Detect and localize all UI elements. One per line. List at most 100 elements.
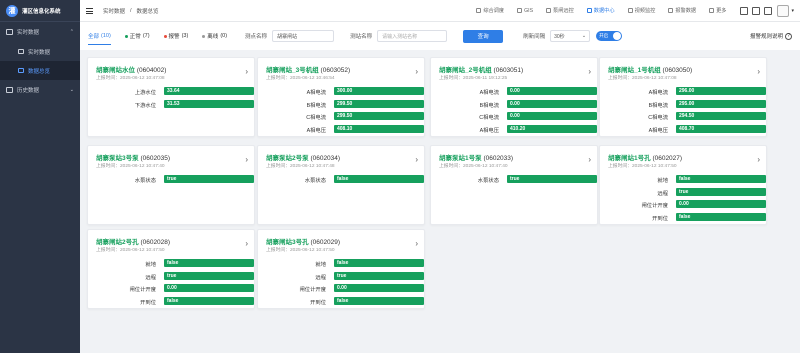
menu-toggle-icon[interactable]: [86, 7, 93, 14]
station-card[interactable]: 胡寨泵站2号泵 (0602034) 上报时间：2025-06-12 10:47:4…: [257, 145, 425, 225]
row-value: 294.50: [676, 112, 766, 120]
nav-item[interactable]: 综合调度: [476, 7, 504, 14]
alarm-rules-link[interactable]: 报警规则说明?: [750, 32, 792, 40]
row-label: A相电流: [479, 90, 499, 96]
nav-item[interactable]: GIS: [517, 8, 533, 14]
chevron-right-icon[interactable]: ›: [757, 155, 760, 164]
station-card[interactable]: 胡寨闸站_3号机组 (0603052) 上报时间：2025-06-12 10:46…: [257, 57, 425, 137]
name-input[interactable]: 请输入测站名称: [377, 30, 448, 42]
status-tab[interactable]: 离线 (0): [202, 28, 227, 45]
chevron-right-icon[interactable]: ›: [588, 155, 591, 164]
nav-icon: [476, 8, 482, 13]
sidebar-group-label: 历史数据: [17, 88, 40, 94]
row-value: 408.70: [676, 124, 766, 133]
nav-item[interactable]: 数据中心: [586, 7, 615, 14]
status-tab[interactable]: 全部 (10): [88, 28, 111, 45]
row-label: 闸位计开度: [129, 287, 157, 293]
nav-label: 报警数据: [675, 8, 697, 14]
nav-item[interactable]: 报警数据: [668, 7, 696, 14]
sidebar-item-overview[interactable]: 数据总览: [0, 61, 80, 80]
grid-icon[interactable]: [740, 6, 749, 15]
card-code: (0604002): [136, 67, 167, 74]
nav-label: 视频监控: [634, 8, 656, 14]
chevron-right-icon[interactable]: ›: [757, 67, 760, 76]
tab-label: 报警: [168, 34, 180, 40]
station-card[interactable]: 胡寨泵站1号泵 (0602033) 上报时间：2025-06-12 10:47:4…: [430, 145, 598, 225]
row-label: B相电流: [479, 102, 499, 109]
fullscreen-icon[interactable]: [752, 6, 761, 15]
chevron-right-icon[interactable]: ›: [415, 155, 418, 164]
row-value: false: [334, 259, 424, 267]
toggle-label: 开启: [599, 33, 609, 38]
row-value: 0.00: [164, 284, 254, 292]
tab-count: (10): [101, 32, 111, 39]
card-row: 下游水位 31.53: [88, 99, 254, 112]
station-select[interactable]: 胡寨闸站: [272, 30, 335, 42]
status-tab[interactable]: 正常 (7): [124, 28, 150, 45]
sidebar-group-history[interactable]: 历史数据 ⌄: [0, 80, 80, 100]
chevron-right-icon[interactable]: ›: [415, 239, 418, 248]
nav-icon: [709, 8, 715, 13]
card-timestamp: 上报时间：2025-06-12 10:47:08: [608, 76, 677, 81]
chevron-right-icon[interactable]: ›: [245, 239, 248, 248]
breadcrumb: 实时数据 / 数据总览: [86, 7, 159, 15]
station-card[interactable]: 胡寨闸站水位 (0604002) 上报时间：2025-06-12 10:47:08…: [87, 57, 255, 137]
station-card[interactable]: 胡寨闸站_1号机组 (0603050) 上报时间：2025-06-12 10:47…: [599, 57, 767, 137]
card-row: B相电流 0.00: [431, 99, 597, 112]
caret-down-icon[interactable]: ▾: [791, 8, 794, 14]
row-label: 远程: [145, 274, 156, 281]
card-title: 胡寨闸站2号孔 (0602028): [96, 236, 170, 246]
card-row: 就地 false: [258, 258, 424, 271]
station-card[interactable]: 胡寨闸站1号孔 (0602027) 上报时间：2025-06-12 10:47:5…: [599, 145, 767, 225]
monitor-icon: [6, 87, 13, 93]
row-value: false: [164, 296, 254, 305]
settings-icon[interactable]: [764, 6, 773, 15]
row-label: 水泵状态: [134, 178, 156, 184]
card-title-text: 胡寨闸站3号孔: [266, 239, 309, 246]
nav-item[interactable]: 视频监控: [627, 7, 656, 14]
nav-item[interactable]: 泵闸远控: [546, 7, 574, 14]
card-row: A相电压 408.70: [600, 124, 766, 137]
card-row: 水泵状态 true: [431, 174, 597, 187]
station-card[interactable]: 胡寨闸站_2号机组 (0603051) 上报时间：2025-06-11 19:12…: [430, 57, 598, 137]
status-tab[interactable]: 报警 (3): [163, 28, 188, 45]
station-card[interactable]: 胡寨闸站3号孔 (0602029) 上报时间：2025-06-12 10:47:5…: [257, 229, 425, 309]
monitor-icon: [6, 29, 13, 35]
chevron-right-icon[interactable]: ›: [415, 67, 418, 76]
monitor-icon: [18, 49, 24, 54]
query-button[interactable]: 查询: [463, 29, 504, 43]
nav-item[interactable]: 更多: [709, 7, 726, 14]
sidebar: 灌 灌区信息化系统 实时数据 ⌃ 实时数据 数据总览 历史数据 ⌄: [0, 0, 80, 353]
row-label: 闸位计开度: [299, 287, 327, 293]
auto-refresh-toggle[interactable]: 开启: [596, 31, 623, 41]
top-nav: 综合调度 GIS 泵闸远控 数据中心 视频监控 报警数据 更多: [476, 7, 726, 14]
row-value: 33.64: [164, 87, 254, 95]
row-label: 远程: [657, 190, 668, 197]
row-label: C相电流: [648, 115, 668, 121]
monitor-icon: [18, 68, 24, 73]
row-value: true: [164, 175, 254, 183]
station-card[interactable]: 胡寨泵站3号泵 (0602035) 上报时间：2025-06-12 10:47:4…: [87, 145, 255, 225]
row-value: 0.00: [676, 200, 766, 208]
tab-label: 全部: [88, 33, 100, 40]
nav-icon: [586, 8, 592, 13]
card-title: 胡寨泵站3号泵 (0602035): [96, 152, 170, 162]
card-code: (0603052): [320, 67, 351, 74]
chevron-right-icon[interactable]: ›: [245, 155, 248, 164]
sidebar-group-realtime[interactable]: 实时数据 ⌃: [0, 22, 80, 42]
chevron-right-icon[interactable]: ›: [588, 67, 591, 76]
chevron-right-icon[interactable]: ›: [245, 67, 248, 76]
card-title-text: 胡寨闸站_2号机组: [439, 67, 492, 74]
card-title-text: 胡寨泵站2号泵: [266, 155, 309, 162]
sidebar-item-realtime[interactable]: 实时数据: [0, 42, 80, 61]
breadcrumb-item[interactable]: 实时数据: [103, 7, 125, 15]
card-code: (0602034): [310, 155, 341, 162]
station-card[interactable]: 胡寨闸站2号孔 (0602028) 上报时间：2025-06-12 10:47:5…: [87, 229, 255, 309]
card-row: A相电流 296.00: [600, 86, 766, 99]
avatar[interactable]: [777, 4, 790, 17]
row-value: 299.50: [334, 112, 424, 120]
refresh-select[interactable]: 30秒 ⌄: [550, 30, 591, 42]
card-row: 远程 true: [88, 271, 254, 284]
card-title-text: 胡寨闸站2号孔: [96, 239, 139, 246]
row-label: 就地: [315, 262, 326, 268]
